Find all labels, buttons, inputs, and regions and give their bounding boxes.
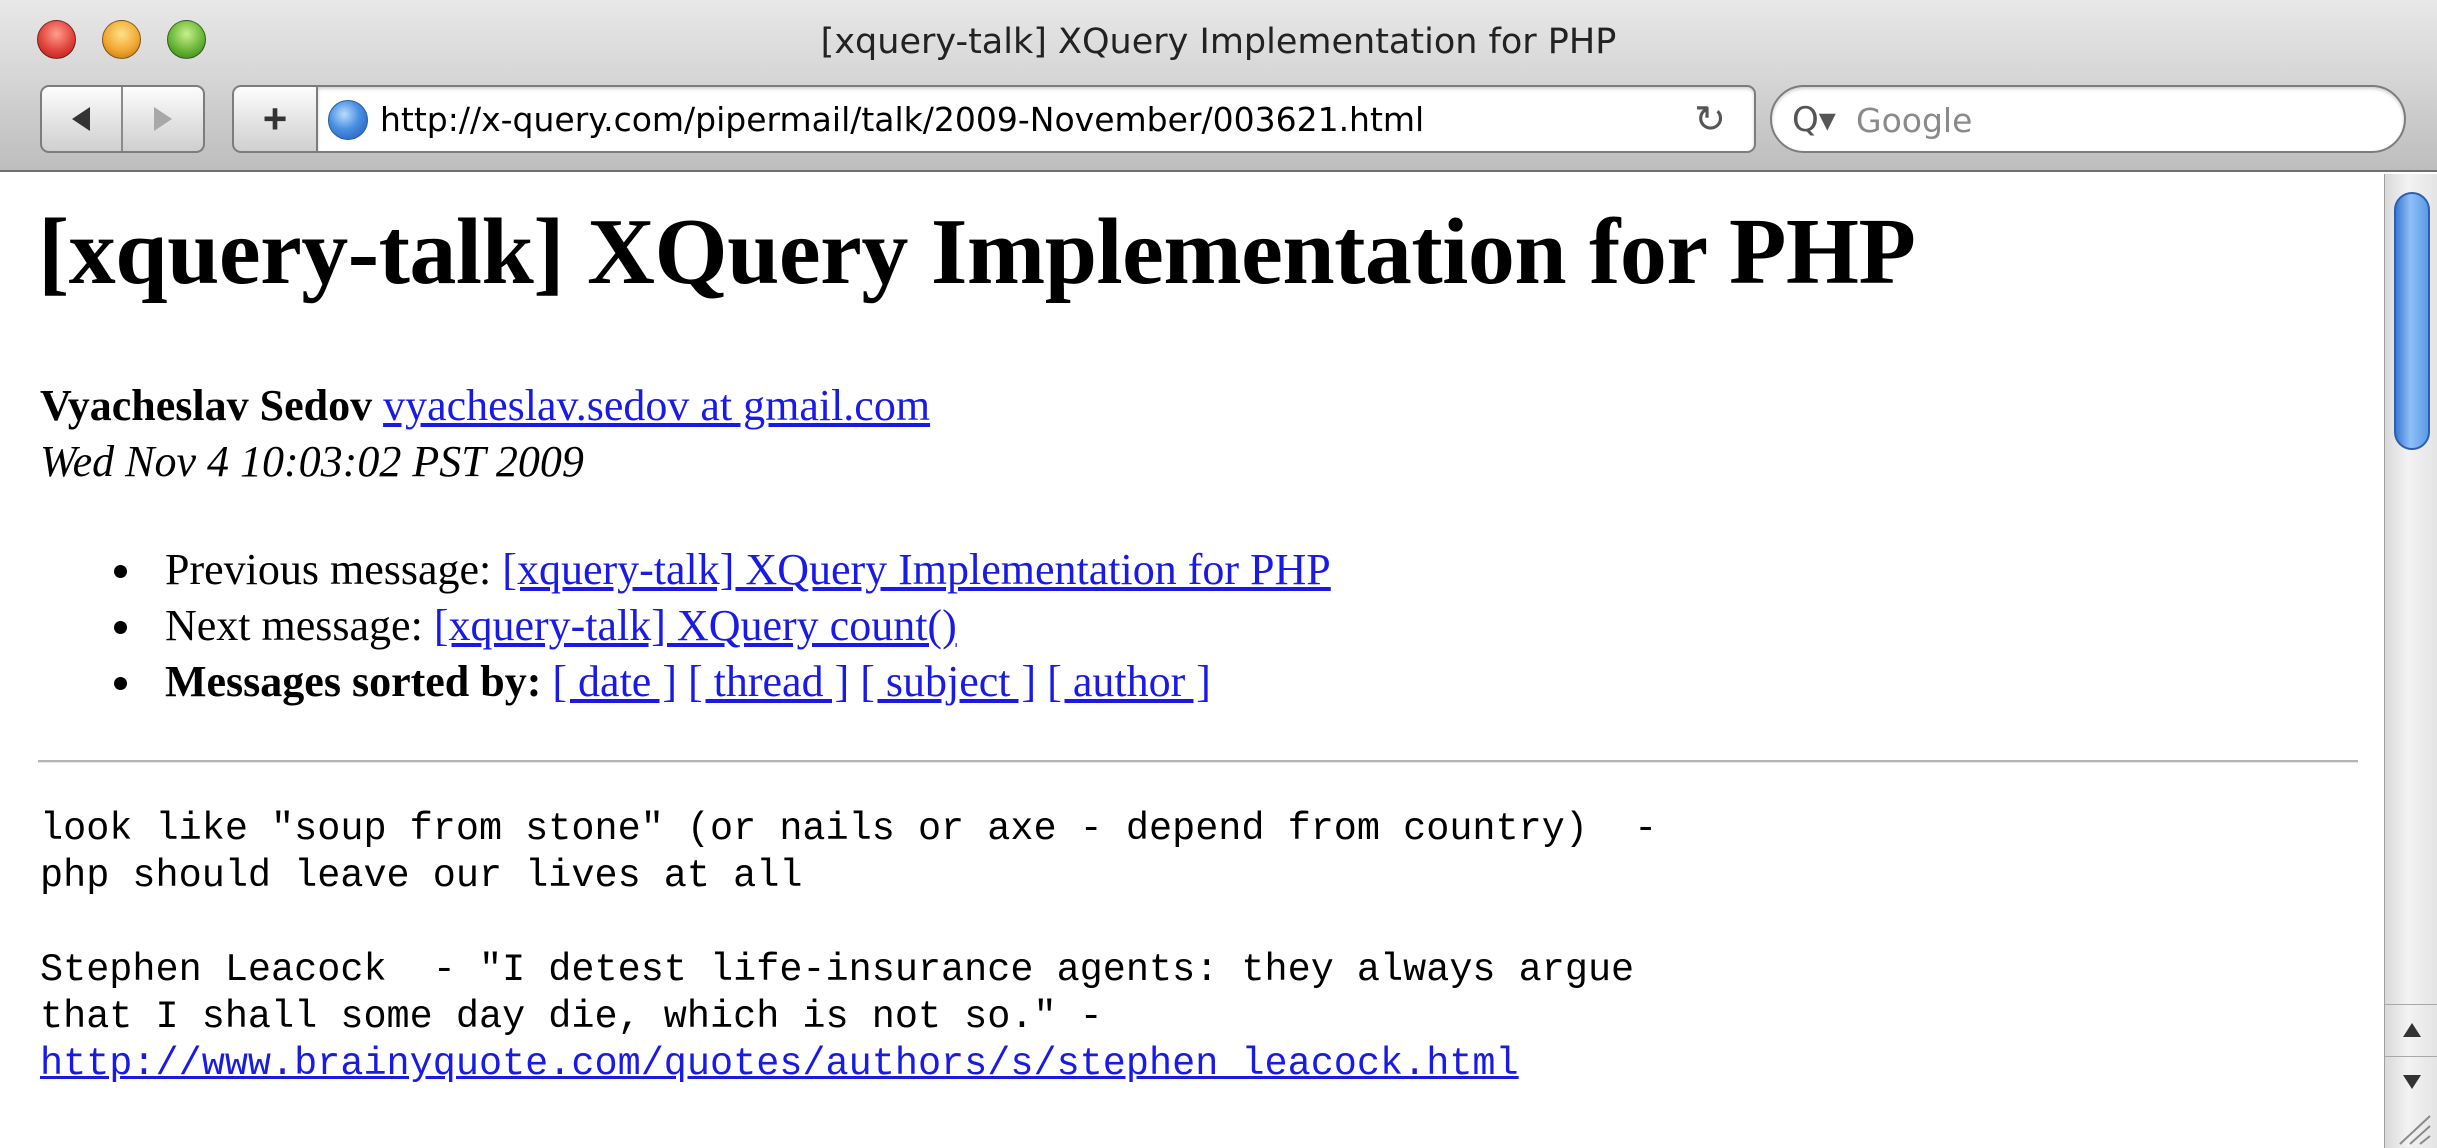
scroll-down-button[interactable]: [2385, 1056, 2437, 1106]
author-email-link[interactable]: vyacheslav.sedov at gmail.com: [383, 381, 930, 430]
browser-toolbar: [xquery-talk] XQuery Implementation for …: [0, 0, 2437, 172]
forward-button[interactable]: [123, 87, 204, 151]
sort-by-date-link[interactable]: [ date ]: [552, 657, 677, 706]
next-message-link[interactable]: [xquery-talk] XQuery count(): [434, 601, 957, 650]
globe-icon: [328, 100, 368, 140]
forward-arrow-icon: [153, 107, 172, 131]
body-line: php should leave our lives at all: [40, 854, 803, 898]
sort-by-subject-link[interactable]: [ subject ]: [860, 657, 1036, 706]
page-content: [xquery-talk] XQuery Implementation for …: [0, 174, 2384, 1148]
scroll-up-button[interactable]: [2385, 1004, 2437, 1054]
author-line: Vyacheslav Sedov vyacheslav.sedov at gma…: [40, 380, 930, 431]
body-line: look like "soup from stone" (or nails or…: [40, 807, 1658, 851]
message-date: Wed Nov 4 10:03:02 PST 2009: [40, 437, 584, 486]
horizontal-divider: [38, 760, 2358, 763]
previous-message-link[interactable]: [xquery-talk] XQuery Implementation for …: [502, 545, 1330, 594]
bullet-icon: [114, 677, 127, 690]
chevron-up-icon: [2402, 1022, 2421, 1037]
window-title: [xquery-talk] XQuery Implementation for …: [820, 22, 1617, 62]
author-name: Vyacheslav Sedov: [40, 381, 373, 430]
back-button[interactable]: [42, 87, 123, 151]
next-message-label: Next message:: [165, 601, 434, 650]
list-item: Next message: [xquery-talk] XQuery count…: [40, 598, 1331, 654]
resize-grip-icon[interactable]: [2392, 1108, 2432, 1146]
back-forward-group: [40, 85, 205, 153]
address-bar[interactable]: http://x-query.com/pipermail/talk/2009-N…: [316, 85, 1756, 153]
back-arrow-icon: [72, 107, 91, 131]
search-icon[interactable]: Q▾: [1792, 100, 1836, 140]
quote-source-link[interactable]: http://www.brainyquote.com/quotes/author…: [40, 1042, 1519, 1086]
body-line: Stephen Leacock - "I detest life-insuran…: [40, 948, 1635, 992]
body-blank-line: [40, 900, 1657, 947]
browser-window: [xquery-talk] XQuery Implementation for …: [0, 0, 2437, 1148]
body-line: that I shall some day die, which is not …: [40, 995, 1103, 1039]
bullet-icon: [114, 565, 127, 578]
sorted-by-label: Messages sorted by:: [165, 657, 542, 706]
previous-message-label: Previous message:: [165, 545, 503, 594]
vertical-scrollbar[interactable]: [2384, 174, 2437, 1148]
scroll-arrows: [2385, 1004, 2437, 1114]
sort-by-author-link[interactable]: [ author ]: [1047, 657, 1211, 706]
message-nav-list: Previous message: [xquery-talk] XQuery I…: [40, 542, 1331, 710]
page-title: [xquery-talk] XQuery Implementation for …: [38, 200, 1916, 304]
chevron-down-icon: [2402, 1074, 2421, 1089]
search-box[interactable]: Q▾: [1770, 85, 2406, 153]
bullet-icon: [114, 621, 127, 634]
add-bookmark-button[interactable]: +: [232, 85, 316, 153]
search-input[interactable]: [1854, 99, 2374, 141]
list-item: Previous message: [xquery-talk] XQuery I…: [40, 542, 1331, 598]
sort-by-thread-link[interactable]: [ thread ]: [688, 657, 849, 706]
scrollbar-thumb[interactable]: [2394, 192, 2430, 450]
message-body: look like "soup from stone" (or nails or…: [40, 806, 1657, 1088]
address-text[interactable]: http://x-query.com/pipermail/talk/2009-N…: [380, 100, 1424, 139]
reload-icon[interactable]: ↻: [1694, 97, 1726, 141]
list-item: Messages sorted by: [ date ] [ thread ] …: [40, 654, 1331, 710]
